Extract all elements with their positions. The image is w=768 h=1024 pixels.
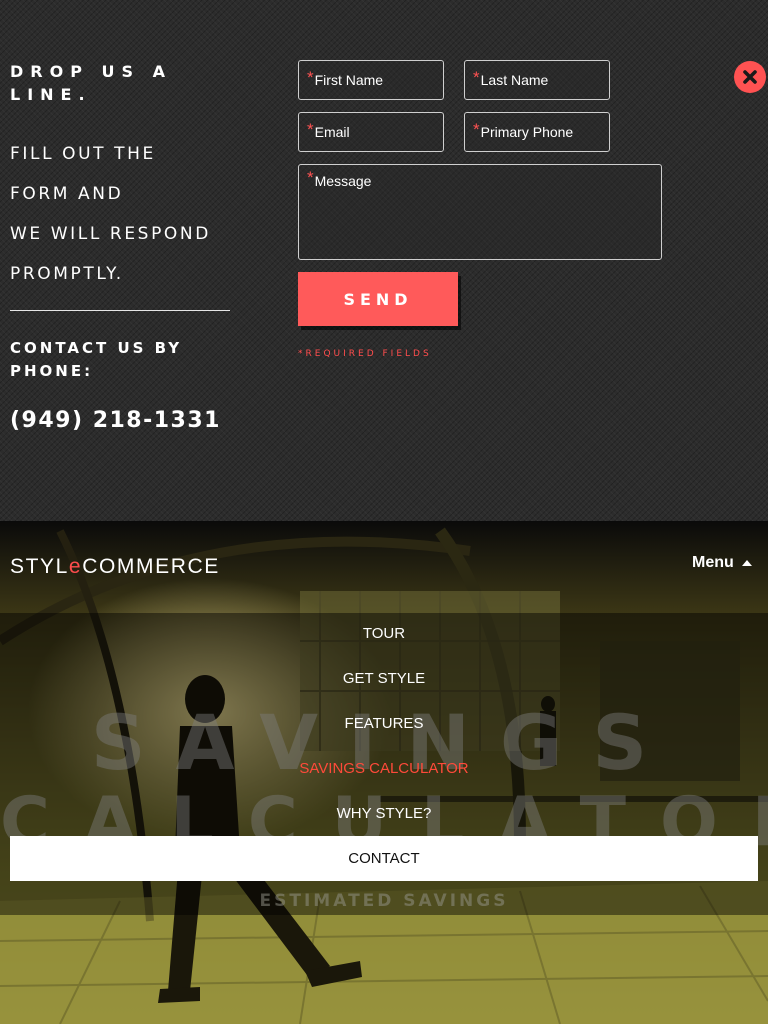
email-field[interactable]: * Email bbox=[298, 112, 444, 152]
logo[interactable]: STYLeCOMMERCE bbox=[10, 555, 220, 579]
required-mark: * bbox=[307, 120, 314, 139]
nav-item-savings-calculator[interactable]: SAVINGS CALCULATOR bbox=[0, 746, 768, 791]
divider bbox=[10, 310, 230, 311]
nav-item-tour[interactable]: TOUR bbox=[0, 611, 768, 656]
contact-description-line: FILL OUT THE bbox=[10, 144, 156, 164]
contact-description-line: FORM AND bbox=[10, 184, 124, 204]
message-placeholder: Message bbox=[314, 173, 372, 189]
close-icon bbox=[743, 70, 757, 84]
phone-number[interactable]: (949) 218-1331 bbox=[10, 408, 221, 433]
close-button[interactable] bbox=[734, 61, 766, 93]
last-name-placeholder: Last Name bbox=[480, 72, 549, 88]
contact-description: FILL OUT THE FORM AND WE WILL RESPOND PR… bbox=[10, 134, 240, 294]
main-nav: TOUR GET STYLE FEATURES SAVINGS CALCULAT… bbox=[0, 611, 768, 881]
nav-item-get-style[interactable]: GET STYLE bbox=[0, 656, 768, 701]
caret-up-icon bbox=[741, 560, 752, 566]
primary-phone-placeholder: Primary Phone bbox=[480, 124, 574, 140]
logo-text: STYL bbox=[10, 555, 69, 578]
first-name-field[interactable]: * First Name bbox=[298, 60, 444, 100]
hero-subheading: ESTIMATED SAVINGS bbox=[259, 891, 509, 911]
last-name-field[interactable]: * Last Name bbox=[464, 60, 610, 100]
required-fields-note: *REQUIRED FIELDS bbox=[298, 349, 432, 359]
primary-phone-field[interactable]: * Primary Phone bbox=[464, 112, 610, 152]
phone-title: CONTACT US BY PHONE: bbox=[10, 339, 183, 380]
contact-description-line: PROMPTLY. bbox=[10, 264, 124, 284]
send-button[interactable]: SEND bbox=[298, 272, 458, 326]
logo-accent: e bbox=[68, 555, 83, 578]
contact-title: DROP US A LINE. bbox=[10, 62, 172, 104]
hero-section: SAVINGS CALCULATOR ESTIMATED SAVINGS STY… bbox=[0, 521, 768, 1024]
logo-text: COMMERCE bbox=[82, 555, 220, 578]
required-mark: * bbox=[473, 68, 480, 87]
contact-panel: DROP US A LINE. FILL OUT THE FORM AND WE… bbox=[0, 0, 768, 521]
required-mark: * bbox=[307, 68, 314, 87]
menu-toggle-button[interactable]: Menu bbox=[692, 554, 752, 572]
required-mark: * bbox=[473, 120, 480, 139]
email-placeholder: Email bbox=[314, 124, 350, 140]
contact-description-line: WE WILL RESPOND bbox=[10, 224, 211, 244]
required-mark: * bbox=[307, 168, 314, 187]
message-field[interactable]: * Message bbox=[298, 164, 662, 260]
nav-item-contact[interactable]: CONTACT bbox=[10, 836, 758, 881]
nav-item-why-style[interactable]: WHY STYLE? bbox=[0, 791, 768, 836]
nav-item-features[interactable]: FEATURES bbox=[0, 701, 768, 746]
first-name-placeholder: First Name bbox=[314, 72, 384, 88]
menu-label: Menu bbox=[692, 554, 734, 571]
contact-intro: DROP US A LINE. FILL OUT THE FORM AND WE… bbox=[10, 60, 240, 294]
